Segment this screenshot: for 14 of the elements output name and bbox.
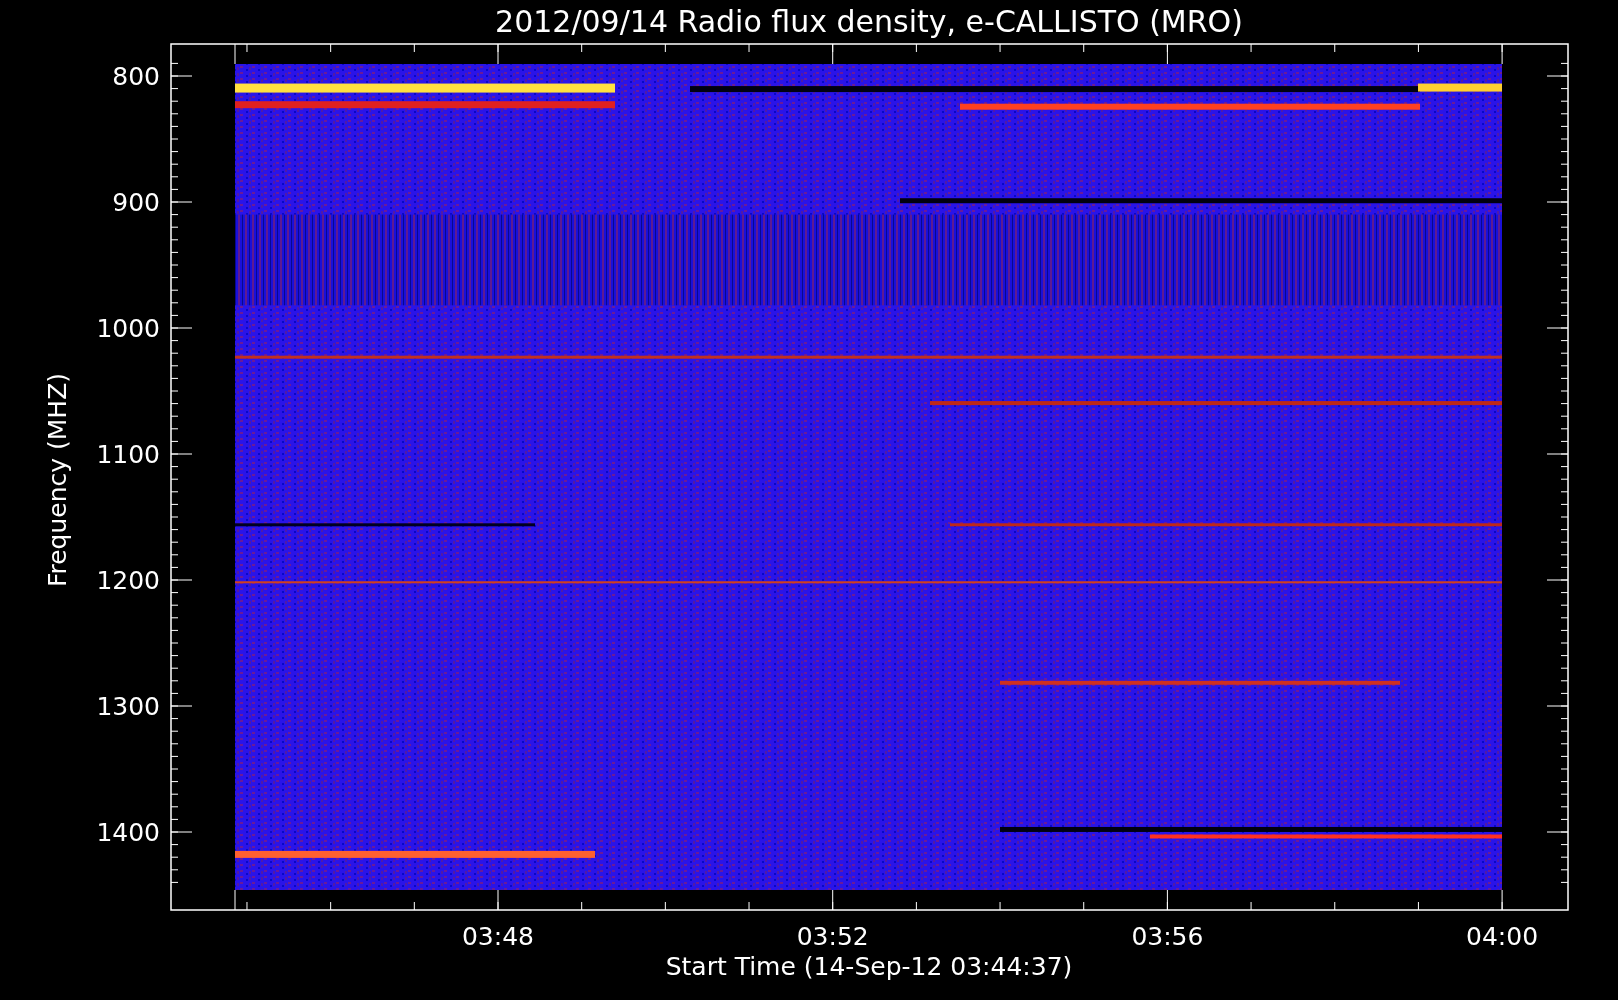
y-tick-label: 1000 xyxy=(96,314,160,343)
x-tick-label: 03:56 xyxy=(1131,922,1204,951)
x-tick-label: 03:52 xyxy=(796,922,869,951)
x-tick-label: 03:48 xyxy=(462,922,534,951)
y-tick-label: 1400 xyxy=(96,818,160,847)
x-axis-label: Start Time (14-Sep-12 03:44:37) xyxy=(665,952,1073,981)
chart-title: 2012/09/14 Radio flux density, e-CALLISTO (MRO) xyxy=(495,4,1243,39)
y-tick-label: 1200 xyxy=(96,566,160,595)
y-axis-label: Frequency (MHZ) xyxy=(43,372,72,588)
y-tick-label: 900 xyxy=(112,188,160,217)
y-tick-label: 1300 xyxy=(96,692,160,721)
y-tick-label: 1100 xyxy=(96,440,160,469)
y-tick-label: 800 xyxy=(112,62,160,91)
x-tick-label: 04:00 xyxy=(1466,922,1539,951)
